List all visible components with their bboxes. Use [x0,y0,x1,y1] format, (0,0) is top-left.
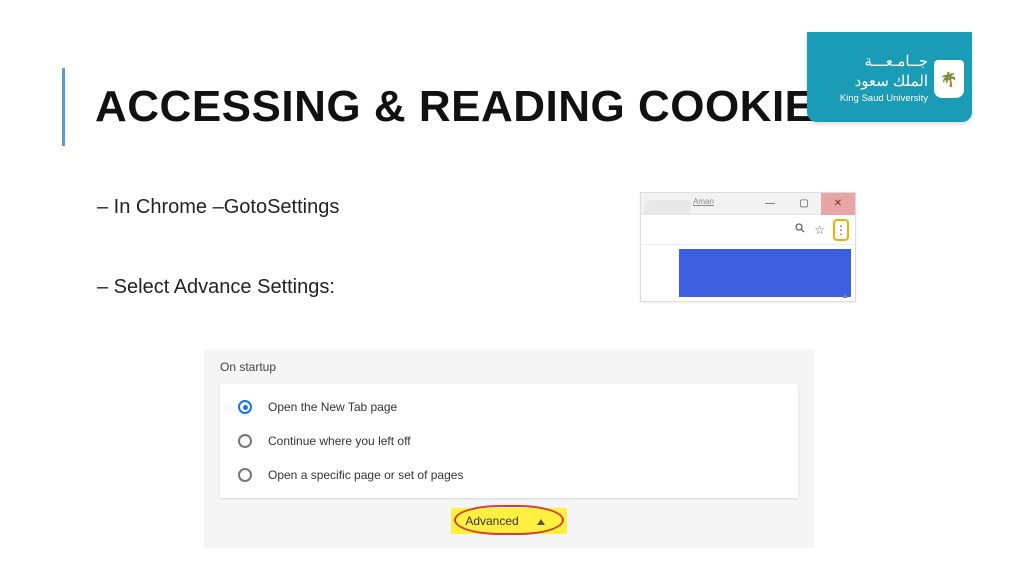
radio-icon [238,434,252,448]
search-icon[interactable] [794,222,806,237]
logo-shield-icon: 🌴 [934,60,964,98]
logo-english-name: King Saud University [819,93,928,105]
chrome-settings-screenshot: On startup Open the New Tab page Continu… [204,350,814,548]
radio-icon [238,400,252,414]
university-logo: جــامـعـــة الملك سعود King Saud Univers… [807,32,972,122]
logo-arabic-line2: الملك سعود [819,72,928,92]
settings-section-title: On startup [204,350,814,380]
advanced-row: Advanced [204,508,814,534]
option-label: Open the New Tab page [268,400,397,414]
chrome-titlebar: Aman — ▢ ✕ [641,193,855,215]
startup-option-continue[interactable]: Continue where you left off [220,424,798,458]
slide-title: ACCESSING & READING COOKIES [95,82,844,132]
chrome-tab-ghost [643,200,693,214]
bullet-step-2: – Select Advance Settings: [97,276,335,299]
maximize-icon: ▢ [799,198,808,209]
bullet-step-1: – In Chrome –GotoSettings [97,196,339,219]
chevron-up-icon [537,514,545,528]
advanced-label: Advanced [465,514,518,528]
logo-text: جــامـعـــة الملك سعود King Saud Univers… [819,52,928,105]
settings-card: Open the New Tab page Continue where you… [220,384,798,498]
startup-option-new-tab[interactable]: Open the New Tab page [220,390,798,424]
minimize-button[interactable]: — [753,193,787,215]
close-button[interactable]: ✕ [821,193,855,215]
scroll-up-caret-icon: ▲ [841,291,849,300]
heading-accent-bar [62,68,65,146]
chrome-window-screenshot: Aman — ▢ ✕ ☆ ⋮ ▲ [640,192,856,302]
chrome-tab-label: Aman [693,197,714,206]
maximize-button[interactable]: ▢ [787,193,821,215]
chrome-menu-icon[interactable]: ⋮ [833,219,849,241]
advanced-button[interactable]: Advanced [451,508,566,534]
option-label: Open a specific page or set of pages [268,468,463,482]
slide-heading-wrap: ACCESSING & READING COOKIES [62,68,844,146]
radio-icon [238,468,252,482]
chrome-toolbar: ☆ ⋮ [641,215,855,245]
logo-arabic-line1: جــامـعـــة [819,52,928,72]
startup-option-specific-page[interactable]: Open a specific page or set of pages [220,458,798,492]
star-icon[interactable]: ☆ [814,223,825,237]
close-icon: ✕ [834,198,842,209]
chrome-content-bluebar [679,249,851,297]
option-label: Continue where you left off [268,434,411,448]
minimize-icon: — [765,198,775,209]
